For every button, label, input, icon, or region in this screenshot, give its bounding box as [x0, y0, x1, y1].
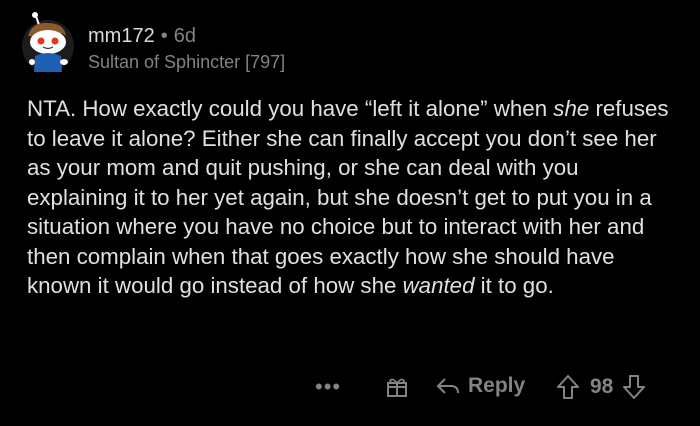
vote-score: 98 — [590, 375, 614, 398]
award-button[interactable] — [386, 376, 408, 403]
comment-age: 6d — [173, 25, 196, 47]
downvote-arrow-icon[interactable] — [622, 374, 646, 400]
more-options-button[interactable]: ••• — [315, 376, 341, 398]
meta-separator: • — [160, 25, 168, 47]
award-gift-icon — [387, 378, 407, 397]
comment-body-emphasis: she — [553, 96, 590, 121]
comment-body-part: it to go. — [474, 273, 554, 298]
username[interactable]: mm172 — [88, 24, 155, 48]
comment-meta-line: mm172 • 6d — [88, 24, 285, 48]
user-flair: Sultan of Sphincter [797] — [88, 52, 286, 72]
comment-body: NTA. How exactly could you have “left it… — [27, 94, 677, 301]
comment-actions: ••• Reply 98 — [0, 370, 700, 406]
upvote-arrow-icon[interactable] — [556, 374, 580, 400]
comment: mm172 • 6d Sultan of Sphincter [797] NTA… — [0, 0, 700, 426]
comment-body-part: refuses to leave it alone? Either she ca… — [27, 96, 669, 298]
avatar[interactable] — [22, 12, 74, 72]
comment-body-part: NTA. How exactly could you have “left it… — [27, 96, 554, 121]
comment-meta: mm172 • 6d Sultan of Sphincter [797] — [88, 20, 285, 73]
reply-button[interactable]: Reply — [436, 374, 525, 398]
comment-body-emphasis: wanted — [402, 273, 475, 298]
vote-controls: 98 — [556, 374, 646, 400]
reply-label: Reply — [468, 374, 526, 397]
reply-arrow-icon — [437, 378, 459, 394]
comment-header: mm172 • 6d Sultan of Sphincter [797] — [22, 12, 285, 80]
more-options-icon: ••• — [315, 374, 342, 399]
snoo-avatar-icon — [28, 12, 68, 72]
